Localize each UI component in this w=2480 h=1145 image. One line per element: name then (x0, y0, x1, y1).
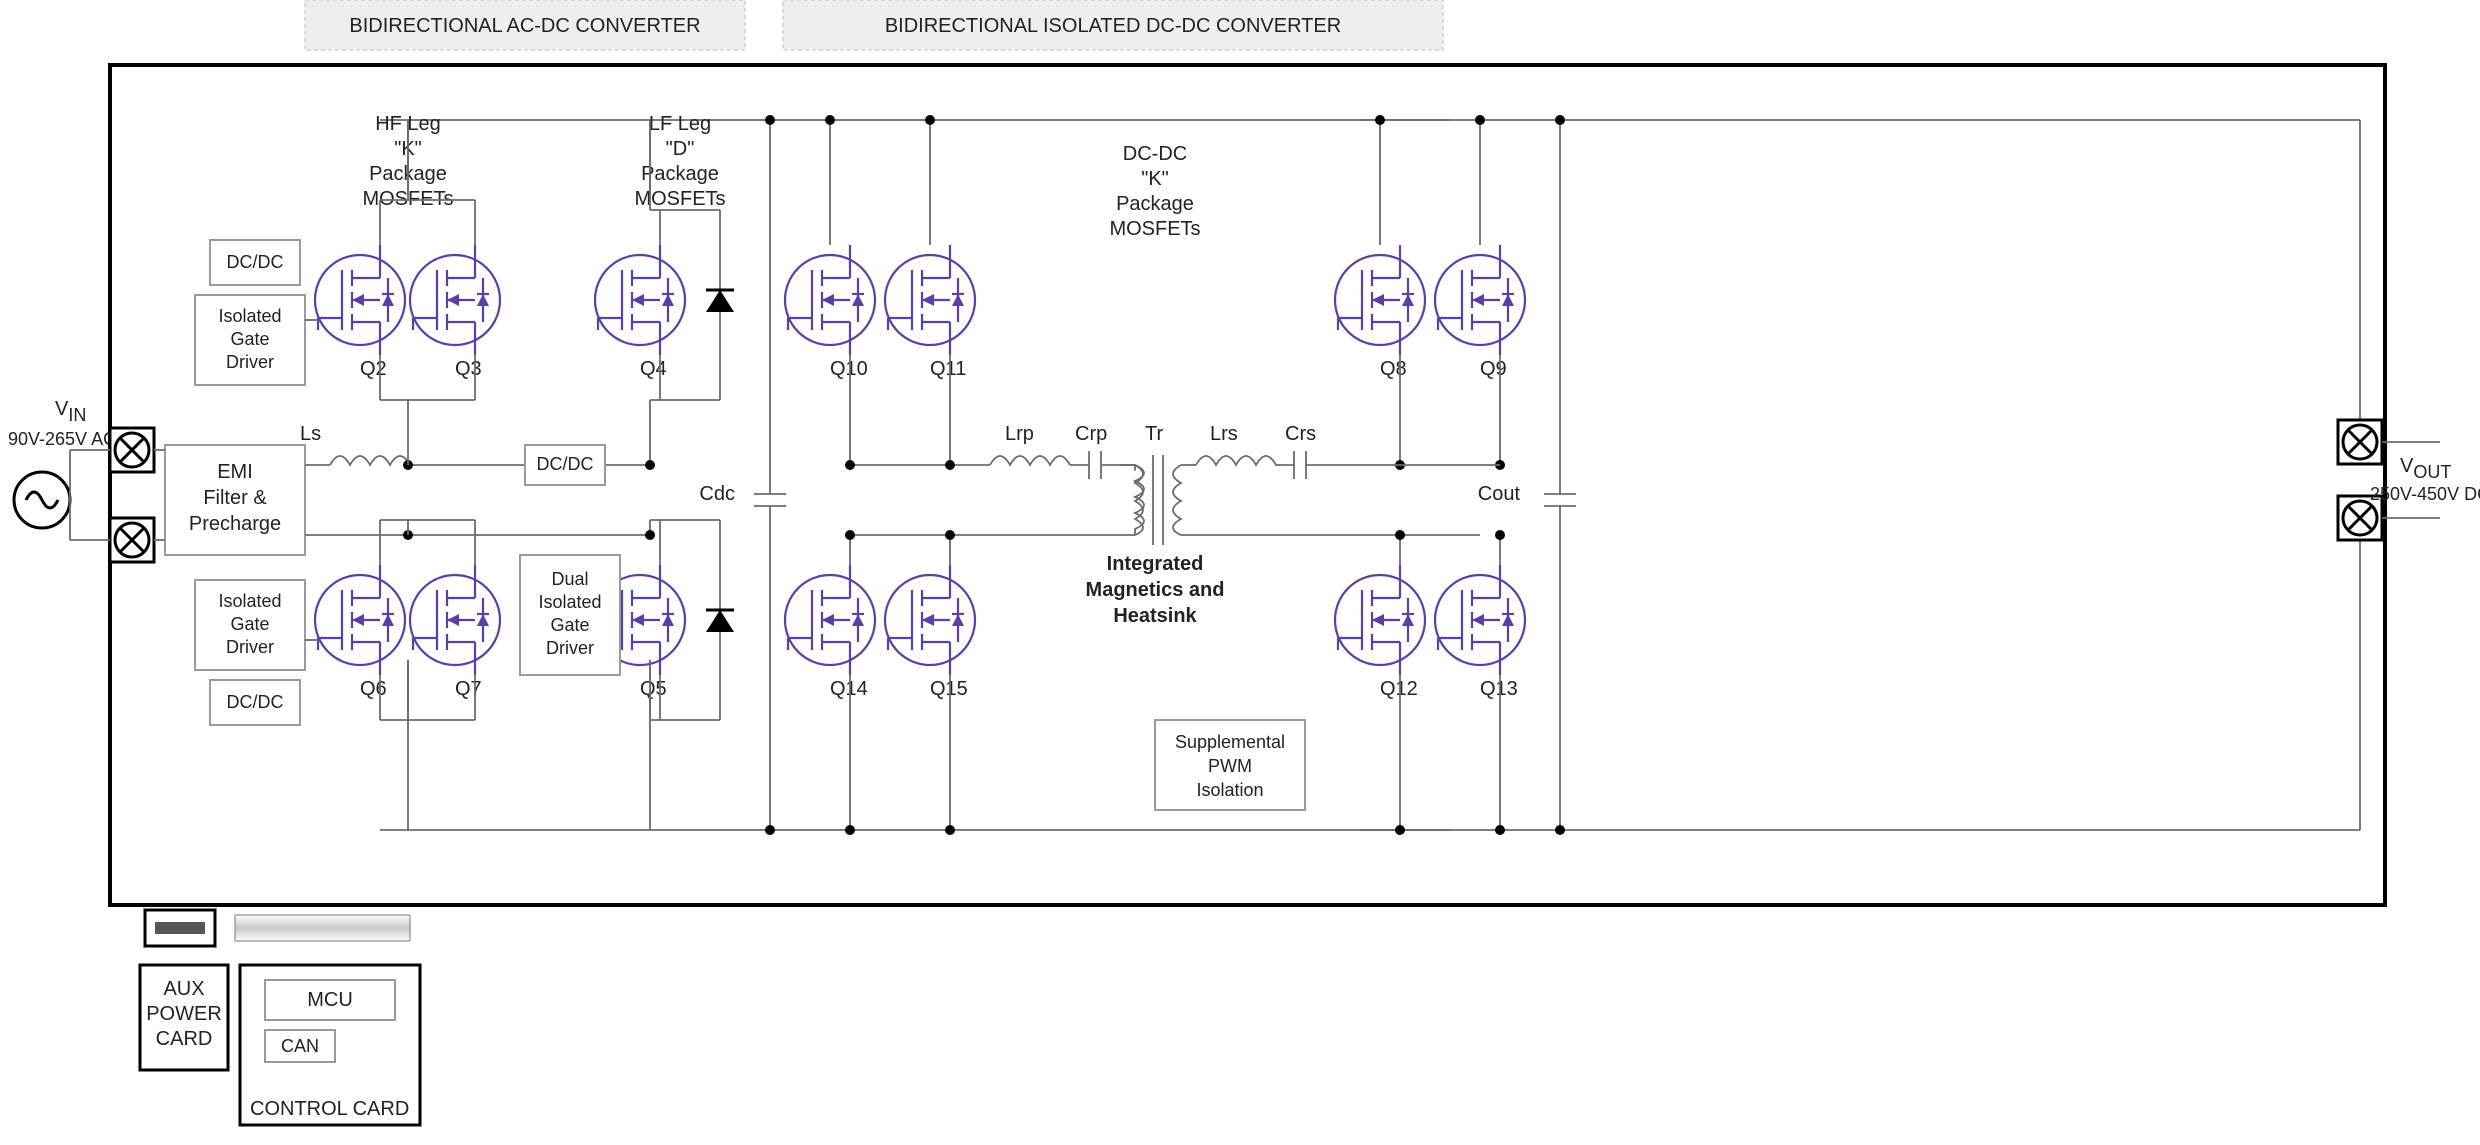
gd-bot-0: Isolated (218, 591, 281, 611)
aux-2: CARD (156, 1028, 213, 1050)
control-card-label: CONTROL CARD (250, 1098, 409, 1120)
cap-cout (1544, 470, 1576, 530)
q8-label: Q8 (1380, 358, 1407, 380)
mosfet-q12 (1335, 565, 1425, 675)
mag-0: Integrated (1107, 553, 1204, 575)
ls-label: Ls (300, 423, 321, 445)
mosfet-q13 (1435, 565, 1525, 675)
inductor-lrp (990, 456, 1070, 465)
schematic: BIDIRECTIONAL AC-DC CONVERTER BIDIRECTIO… (0, 0, 2480, 1145)
dcdc2-label: DC/DC (227, 692, 284, 712)
banner-dcdc: BIDIRECTIONAL ISOLATED DC-DC CONVERTER (783, 0, 1443, 50)
q13-label: Q13 (1480, 678, 1518, 700)
emi-label-1: Filter & (203, 487, 267, 509)
vin-label: VIN 90V-265V AC (8, 398, 116, 449)
mosfet-q10 (785, 245, 875, 355)
dc-title-0: DC-DC (1123, 143, 1187, 165)
can-label: CAN (281, 1036, 319, 1056)
lf-title-2: Package (641, 163, 719, 185)
mag-2: Heatsink (1113, 605, 1197, 627)
mosfet-q9 (1435, 245, 1525, 355)
svg-text:250V-450V DC: 250V-450V DC (2370, 484, 2480, 504)
cout-label: Cout (1478, 483, 1521, 505)
output-terminal-top (2338, 420, 2382, 464)
dc-title-2: Package (1116, 193, 1194, 215)
gd-bot-1: Gate (230, 614, 269, 634)
q9-label: Q9 (1480, 358, 1507, 380)
gd-top-1: Gate (230, 329, 269, 349)
crp-label: Crp (1075, 423, 1107, 445)
q5-label: Q5 (640, 678, 667, 700)
emi-label-0: EMI (217, 461, 253, 483)
dcdc3-label: DC/DC (537, 454, 594, 474)
mag-1: Magnetics and (1086, 579, 1225, 601)
mcu-label: MCU (307, 989, 353, 1011)
banner-acdc: BIDIRECTIONAL AC-DC CONVERTER (305, 0, 745, 50)
svg-text:VOUT: VOUT (2400, 455, 2451, 482)
diode-bot (706, 585, 734, 655)
gd-top-0: Isolated (218, 306, 281, 326)
mosfet-q14 (785, 565, 875, 675)
inductor-lrs (1196, 456, 1276, 465)
lf-title-0: LF Leg (649, 113, 711, 135)
crs-label: Crs (1285, 423, 1316, 445)
q12-label: Q12 (1380, 678, 1418, 700)
cap-cdc (754, 470, 786, 530)
banner-acdc-label: BIDIRECTIONAL AC-DC CONVERTER (349, 15, 700, 37)
svg-text:90V-265V AC: 90V-265V AC (8, 429, 116, 449)
gd-bot-2: Driver (226, 637, 274, 657)
dual-1: Isolated (538, 592, 601, 612)
transformer (1080, 455, 1300, 545)
dual-2: Gate (550, 615, 589, 635)
q3-label: Q3 (455, 358, 482, 380)
mosfet-q15 (885, 565, 975, 675)
cap-crs (1275, 451, 1325, 479)
lrp-label: Lrp (1005, 423, 1034, 445)
banner-dcdc-label: BIDIRECTIONAL ISOLATED DC-DC CONVERTER (885, 15, 1341, 37)
q4-label: Q4 (640, 358, 667, 380)
pwm-1: PWM (1208, 756, 1252, 776)
q14-label: Q14 (830, 678, 868, 700)
q15-label: Q15 (930, 678, 968, 700)
lrs-label: Lrs (1210, 423, 1238, 445)
dual-3: Driver (546, 638, 594, 658)
q10-label: Q10 (830, 358, 868, 380)
emi-label-2: Precharge (189, 513, 281, 535)
cap-crp (1070, 451, 1120, 479)
tr-label: Tr (1145, 423, 1163, 445)
header-connector (235, 915, 410, 941)
cdc-label: Cdc (699, 483, 735, 505)
svg-text:VIN: VIN (55, 398, 86, 425)
lf-title-1: "D" (666, 138, 695, 160)
gd-top-2: Driver (226, 352, 274, 372)
mosfet-q4 (595, 245, 685, 355)
ac-source-icon (14, 472, 70, 528)
q6-label: Q6 (360, 678, 387, 700)
dcdc1-label: DC/DC (227, 252, 284, 272)
input-terminal-top (110, 428, 154, 472)
dc-title-1: "K" (1141, 168, 1169, 190)
mosfet-q8 (1335, 245, 1425, 355)
diode-top (706, 265, 734, 335)
lf-title-3: MOSFETs (634, 188, 725, 210)
mosfet-q7 (410, 565, 500, 675)
input-terminal-bot (110, 518, 154, 562)
dc-title-3: MOSFETs (1109, 218, 1200, 240)
pwm-2: Isolation (1196, 780, 1263, 800)
mosfet-q3 (410, 245, 500, 355)
aux-0: AUX (163, 978, 204, 1000)
inductor-ls (330, 456, 410, 465)
mosfet-q2 (315, 245, 405, 355)
q11-label: Q11 (930, 358, 966, 380)
aux-1: POWER (146, 1003, 222, 1025)
mosfet-q6 (315, 565, 405, 675)
q7-label: Q7 (455, 678, 482, 700)
dual-0: Dual (551, 569, 588, 589)
q2-label: Q2 (360, 358, 387, 380)
mosfet-q11 (885, 245, 975, 355)
pwm-0: Supplemental (1175, 732, 1285, 752)
